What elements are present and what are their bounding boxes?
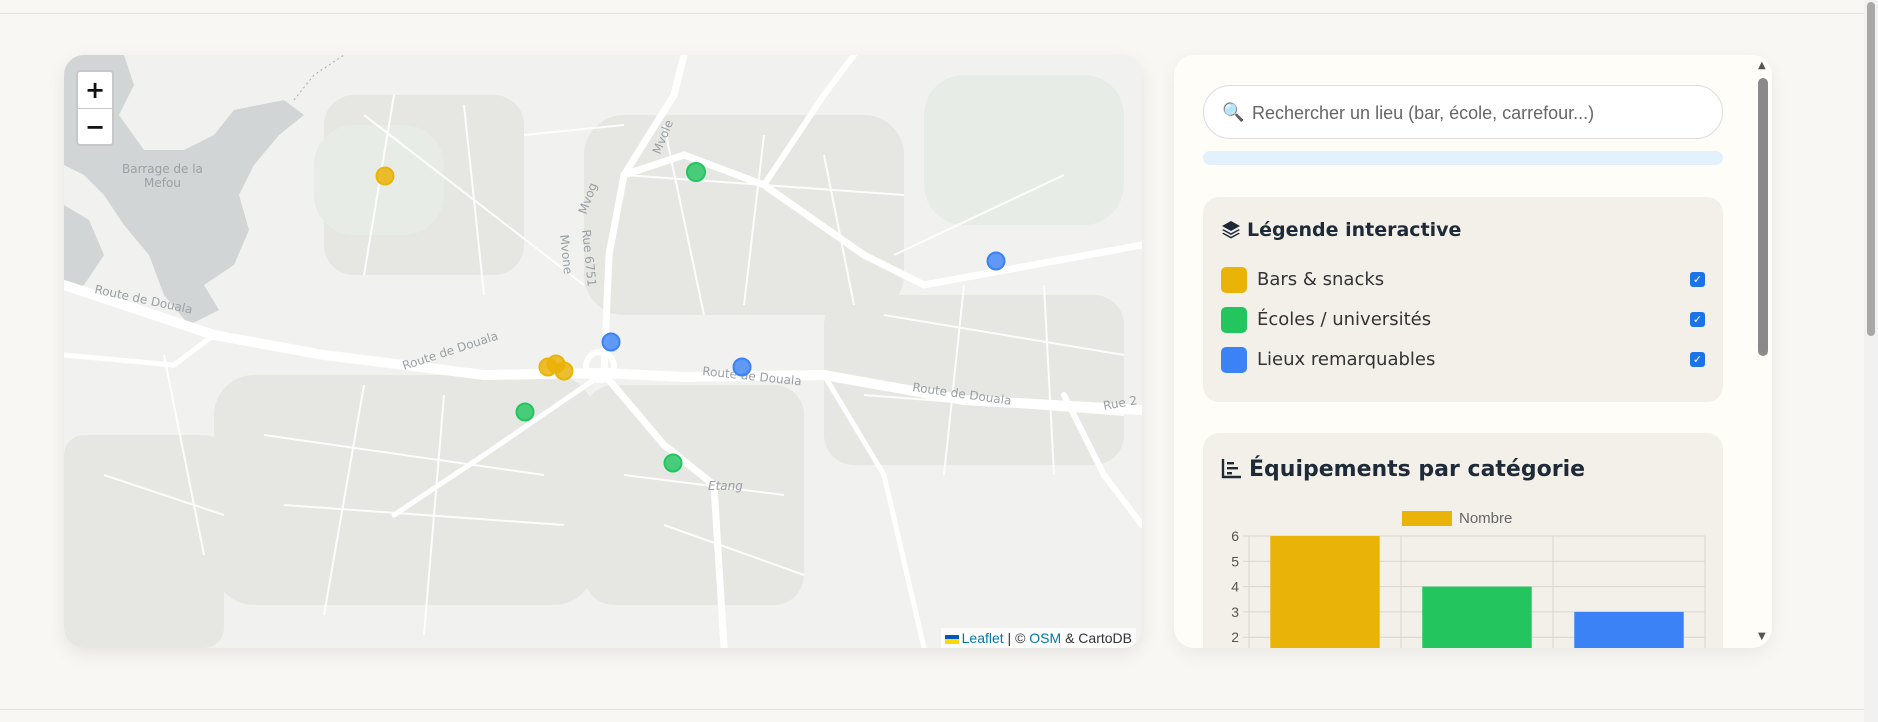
marker-ecole[interactable]: [663, 453, 683, 473]
map-label-mefou: Mefou: [144, 176, 181, 190]
leaflet-link[interactable]: Leaflet: [962, 630, 1004, 646]
layers-icon: [1222, 221, 1240, 239]
marker-bar[interactable]: [554, 361, 574, 381]
chart-bar: [1270, 536, 1380, 648]
map-label-etang: Etang: [708, 479, 743, 493]
page-scrollbar[interactable]: [1864, 0, 1878, 722]
panel-scrollbar[interactable]: ▲ ▼: [1756, 60, 1770, 642]
legend-label: Bars & snacks: [1257, 269, 1385, 290]
chart-section: Équipements par catégorie Nombre 6 5 4 3 2: [1203, 433, 1723, 648]
chart-y-tick: 3: [1231, 604, 1239, 620]
legend-checkbox[interactable]: ✓: [1690, 272, 1705, 287]
legend-label: Lieux remarquables: [1257, 349, 1436, 370]
chart-title: Équipements par catégorie: [1249, 457, 1586, 482]
legend-item-ecoles[interactable]: Écoles / universités ✓: [1221, 305, 1705, 333]
legend-checkbox[interactable]: ✓: [1690, 312, 1705, 327]
chart-bar: [1422, 586, 1532, 648]
marker-lieu[interactable]: [601, 332, 621, 352]
zoom-in-button[interactable]: +: [78, 72, 112, 109]
attribution-separator: | ©: [1003, 630, 1030, 646]
search-input[interactable]: [1250, 86, 1714, 140]
magnifier-icon: 🔍: [1222, 102, 1245, 123]
scroll-down-icon[interactable]: ▼: [1758, 631, 1766, 642]
zoom-out-button[interactable]: −: [78, 109, 112, 145]
map-attribution: Leaflet | © OSM & CartoDB: [940, 628, 1136, 648]
chart-y-tick: 2: [1231, 629, 1239, 645]
legend-heading: Légende interactive: [1221, 219, 1461, 241]
chart-heading: Équipements par catégorie: [1221, 457, 1585, 482]
legend-label: Écoles / universités: [1257, 309, 1432, 330]
side-panel: 🔍 Légende interactive Bars & snacks ✓ Éc…: [1174, 55, 1772, 648]
chart-y-tick: 4: [1231, 579, 1239, 595]
osm-link[interactable]: OSM: [1029, 630, 1061, 646]
legend-item-bars[interactable]: Bars & snacks ✓: [1221, 265, 1705, 293]
legend-swatch: [1221, 267, 1247, 293]
map-tiles[interactable]: Barrage de la Mefou Route de Douala Rout…: [64, 55, 1142, 648]
search-box[interactable]: 🔍: [1203, 85, 1723, 140]
legend-section: Légende interactive Bars & snacks ✓ Écol…: [1203, 197, 1723, 402]
legend-checkbox[interactable]: ✓: [1690, 352, 1705, 367]
legend-swatch: [1221, 347, 1247, 373]
bar-chart: Nombre 6 5 4 3 2: [1231, 510, 1706, 648]
chart-y-tick: 5: [1231, 553, 1239, 569]
chart-y-tick: 6: [1231, 528, 1239, 544]
marker-lieu[interactable]: [986, 251, 1006, 271]
footer-divider: [0, 709, 1878, 710]
legend-item-lieux[interactable]: Lieux remarquables ✓: [1221, 345, 1705, 373]
legend-title: Légende interactive: [1247, 219, 1462, 241]
map-container[interactable]: Barrage de la Mefou Route de Douala Rout…: [64, 55, 1142, 648]
map-label-barrage: Barrage de la: [122, 162, 203, 176]
legend-swatch: [1221, 307, 1247, 333]
marker-ecole[interactable]: [515, 402, 535, 422]
scroll-up-icon[interactable]: ▲: [1758, 60, 1766, 71]
bar-chart-icon: [1221, 459, 1241, 479]
search-progress-bar: [1203, 151, 1723, 165]
marker-lieu[interactable]: [732, 357, 752, 377]
marker-ecole[interactable]: [686, 162, 706, 182]
ukraine-flag-icon: [944, 634, 959, 644]
panel-scrollbar-thumb[interactable]: [1758, 78, 1768, 356]
chart-legend-label: Nombre: [1459, 510, 1512, 527]
header-divider: [0, 13, 1878, 14]
marker-bar[interactable]: [375, 166, 395, 186]
zoom-control: + −: [76, 70, 114, 146]
chart-bar: [1574, 611, 1684, 648]
chart-legend-swatch: [1402, 511, 1452, 526]
attribution-cartodb: & CartoDB: [1061, 630, 1132, 646]
page-scrollbar-thumb[interactable]: [1867, 2, 1875, 336]
